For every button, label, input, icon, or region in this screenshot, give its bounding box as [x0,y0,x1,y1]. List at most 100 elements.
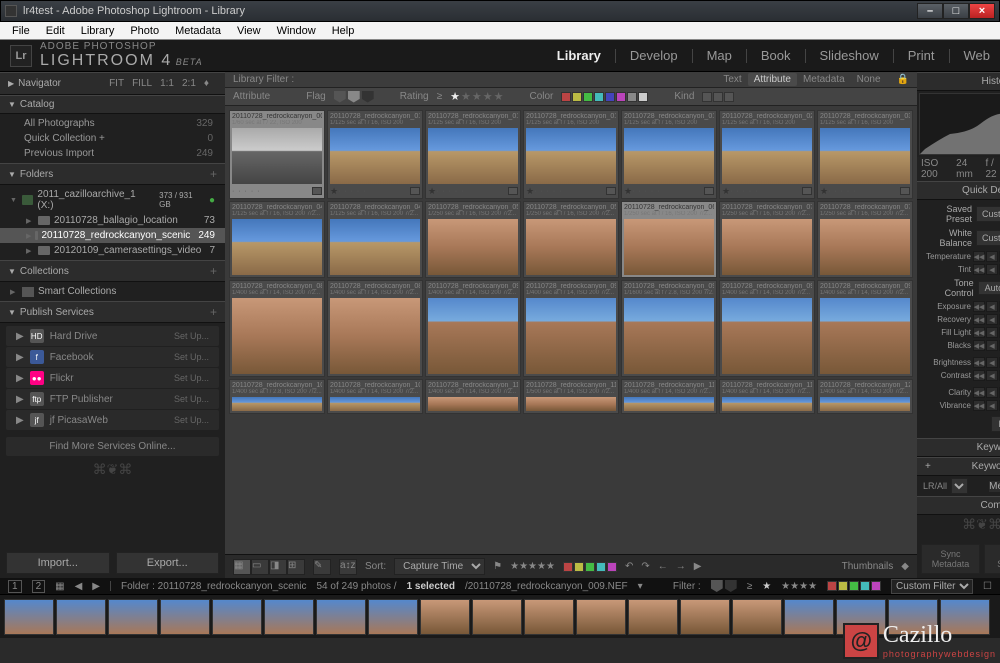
grid-cell[interactable]: 20110728_redrockcanyon_091...1/400 sec a… [425,280,521,377]
filmstrip-thumb[interactable] [56,599,106,635]
auto-tone-button[interactable]: Auto Tone [978,281,1000,295]
thumbnail-grid[interactable]: 20110728_redrockcanyon_009...1/60 sec at… [225,106,917,554]
rating-stars[interactable]: ★★★★★ [450,90,503,103]
grid-cell[interactable]: 20110728_redrockcanyon_103...1/400 sec a… [229,379,325,414]
export-button[interactable]: Export... [116,552,220,574]
wb-select[interactable]: Custom [976,230,1000,246]
slider-tint[interactable]: Tint◀◀◀▶▶▶ [917,263,1000,276]
filmstrip-thumb[interactable] [472,599,522,635]
publish-service[interactable]: ▶ftpFTP PublisherSet Up... [6,389,219,409]
filmstrip-thumb[interactable] [784,599,834,635]
grid-cell[interactable]: 20110728_redrockcanyon_098...1/400 sec a… [719,280,815,377]
folders-header[interactable]: ▼Folders+ [0,163,225,185]
toolbar-flag-icon[interactable]: ⚑ [493,561,502,572]
filmstrip-thumb[interactable] [160,599,210,635]
comments-header[interactable]: Comments◀ [917,496,1000,515]
keywording-header[interactable]: Keywording◀ [917,438,1000,457]
painter-icon[interactable]: ✎ [313,559,331,575]
module-map[interactable]: Map [707,48,732,63]
import-button[interactable]: Import... [6,552,110,574]
slider-temperature[interactable]: Temperature◀◀◀▶▶▶ [917,250,1000,263]
maximize-button[interactable]: □ [943,3,969,19]
menu-file[interactable]: File [4,23,38,39]
play-icon[interactable]: ▶ [694,561,702,572]
grid-cell[interactable]: 20110728_redrockcanyon_060...1/250 sec a… [621,201,717,278]
publish-service[interactable]: ▶fFacebookSet Up... [6,347,219,367]
collections-header[interactable]: ▼Collections+ [0,260,225,282]
back-icon[interactable]: ◀ [75,581,83,592]
grid-cell[interactable]: 20110728_redrockcanyon_121...1/400 sec a… [817,379,913,414]
reset-all-button[interactable]: Reset All [991,416,1000,432]
grid-cell[interactable]: 20110728_redrockcanyon_019...1/125 sec a… [621,110,717,199]
menu-photo[interactable]: Photo [122,23,167,39]
grid-cell[interactable]: 20110728_redrockcanyon_109...1/400 sec a… [327,379,423,414]
filter-tab-attribute[interactable]: Attribute [748,73,797,86]
menu-view[interactable]: View [229,23,269,39]
histogram-header[interactable]: Histogram▼ [917,72,1000,91]
menu-help[interactable]: Help [324,23,363,39]
filmstrip-flags[interactable] [711,580,737,592]
custom-filter-select[interactable]: Custom Filter [891,579,973,594]
grid-cell[interactable]: 20110728_redrockcanyon_118...1/400 sec a… [719,379,815,414]
grid-cell[interactable]: 20110728_redrockcanyon_009...1/60 sec at… [229,110,325,199]
grid-cell[interactable]: 20110728_redrockcanyon_076...1/250 sec a… [817,201,913,278]
filmstrip-thumb[interactable] [108,599,158,635]
folder-item[interactable]: ▶20120109_camerasettings_video7 [0,243,225,258]
folder-drive[interactable]: ▼2011_cazilloarchive_1 (X:)373 / 931 GB● [0,187,225,213]
grid-cell[interactable]: 20110728_redrockcanyon_116...1/400 sec a… [621,379,717,414]
filmstrip-thumb[interactable] [732,599,782,635]
catalog-item[interactable]: Quick Collection +0 [0,131,225,146]
publish-service[interactable]: ▶●●FlickrSet Up... [6,368,219,388]
grid-cell[interactable]: 20110728_redrockcanyon_016...1/125 sec a… [523,110,619,199]
view-mode-buttons[interactable]: ▦▭◨⊞ [233,559,305,575]
monitor-2-icon[interactable]: 2 [32,580,46,593]
grid-cell[interactable]: 20110728_redrockcanyon_096...1/1600 sec … [621,280,717,377]
folder-item[interactable]: ▶20110728_redrockcanyon_scenic249 [0,228,225,243]
quickdevelop-header[interactable]: Quick Develop▼ [917,181,1000,200]
module-develop[interactable]: Develop [630,48,678,63]
grid-cell[interactable]: 20110728_redrockcanyon_094...1/400 sec a… [523,280,619,377]
publish-header[interactable]: ▼Publish Services+ [0,301,225,323]
monitor-1-icon[interactable]: 1 [8,580,22,593]
menu-metadata[interactable]: Metadata [167,23,229,39]
filmstrip-thumb[interactable] [316,599,366,635]
slider-blacks[interactable]: Blacks◀◀◀▶▶▶ [917,339,1000,352]
slider-vibrance[interactable]: Vibrance◀◀◀▶▶▶ [917,399,1000,412]
close-button[interactable]: × [969,3,995,19]
toolbar-rating[interactable]: ★★★★★ [510,561,555,572]
folder-item[interactable]: ▶20110728_ballagio_location73 [0,213,225,228]
metadata-preset[interactable] [951,478,968,494]
module-slideshow[interactable]: Slideshow [820,48,879,63]
catalog-header[interactable]: ▼Catalog [0,95,225,114]
find-more-services[interactable]: Find More Services Online... [6,437,219,456]
color-filters[interactable] [561,92,648,102]
grid-cell[interactable]: 20110728_redrockcanyon_031...1/125 sec a… [817,110,913,199]
filter-tab-text[interactable]: Text [717,73,747,86]
next-icon[interactable]: → [676,561,686,572]
metadata-header[interactable]: Metadata◀ [989,481,1000,492]
filmstrip-thumb[interactable] [212,599,262,635]
filter-lock-icon[interactable]: ☐ [983,581,992,592]
lock-icon[interactable]: 🔒 [897,74,909,85]
module-web[interactable]: Web [964,48,991,63]
keywordlist-header[interactable]: +Keyword List◀ [917,457,1000,476]
filmstrip-thumb[interactable] [576,599,626,635]
catalog-item[interactable]: Previous Import249 [0,146,225,161]
rating-op[interactable]: ≥ [437,91,443,102]
module-library[interactable]: Library [557,48,601,63]
grid-cell[interactable]: 20110728_redrockcanyon_082...1/400 sec a… [229,280,325,377]
grid-cell[interactable]: 20110728_redrockcanyon_022...1/125 sec a… [719,110,815,199]
sort-select[interactable]: Capture Time [394,558,485,575]
filmstrip-thumb[interactable] [4,599,54,635]
filmstrip-colors[interactable] [827,581,881,591]
grid-cell[interactable]: 20110728_redrockcanyon_040...1/125 sec a… [229,201,325,278]
grid-cell[interactable]: 20110728_redrockcanyon_056...1/250 sec a… [523,201,619,278]
grid-cell[interactable]: 20110728_redrockcanyon_049...1/125 sec a… [327,201,423,278]
filmstrip-thumb[interactable] [524,599,574,635]
rotate-right-icon[interactable]: ↷ [641,561,649,572]
slider-fill-light[interactable]: Fill Light◀◀◀▶▶▶ [917,326,1000,339]
filmstrip-thumb[interactable] [680,599,730,635]
grid-cell[interactable]: 20110728_redrockcanyon_013...1/125 sec a… [425,110,521,199]
menu-library[interactable]: Library [73,23,123,39]
menu-window[interactable]: Window [269,23,324,39]
